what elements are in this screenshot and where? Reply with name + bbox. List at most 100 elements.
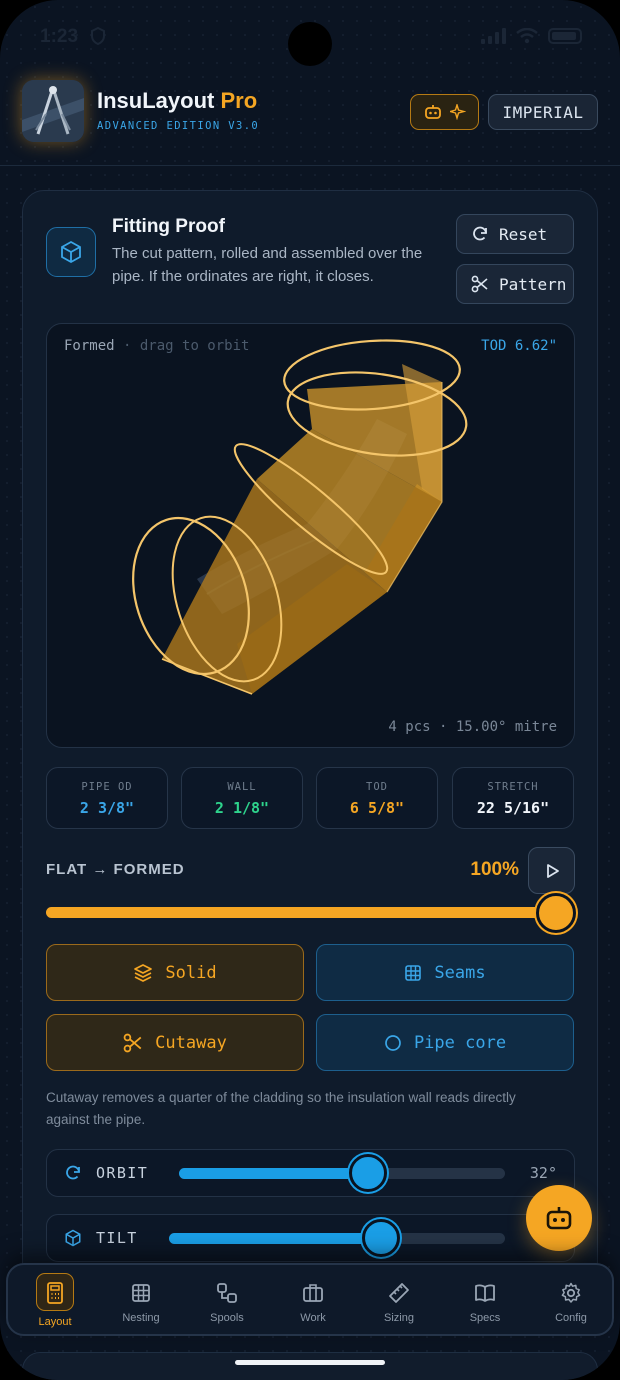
wifi-icon xyxy=(516,28,538,44)
orbit-value: 32° xyxy=(529,1164,557,1182)
pipe-core-label: Pipe core xyxy=(413,1032,507,1053)
nav-label: Work xyxy=(300,1312,326,1324)
grid-icon xyxy=(405,964,422,981)
reset-label: Reset xyxy=(499,224,548,244)
status-indicators xyxy=(481,28,582,44)
nav-spools[interactable]: Spools xyxy=(184,1265,270,1338)
phone-screen: 1:23 InsuLayout Pro ADVANCED EDITION V3.… xyxy=(0,0,620,1380)
fitting-proof-card: Fitting Proof The cut pattern, rolled an… xyxy=(22,190,598,1290)
calculator-icon xyxy=(47,1282,63,1304)
cutaway-note: Cutaway removes a quarter of the claddin… xyxy=(46,1090,516,1127)
scissors-icon xyxy=(123,1033,142,1052)
viewport-hint: · drag to orbit xyxy=(123,338,250,354)
camera-island xyxy=(288,22,332,66)
app-title-main: InsuLayout xyxy=(97,88,215,113)
tilt-fill xyxy=(169,1233,381,1244)
nav-config[interactable]: Config xyxy=(528,1265,614,1338)
refresh-icon xyxy=(473,226,487,241)
app-title: InsuLayout Pro xyxy=(97,88,257,114)
orbit-fill xyxy=(179,1168,369,1179)
assistant-fab[interactable] xyxy=(526,1185,592,1251)
solid-toggle[interactable]: Solid xyxy=(46,944,304,1001)
robot-icon xyxy=(546,1207,572,1230)
status-bar: 1:23 xyxy=(0,18,620,66)
sparkle-icon xyxy=(449,104,466,120)
card-title: Fitting Proof xyxy=(112,216,225,237)
home-indicator[interactable] xyxy=(235,1360,385,1365)
nav-layout[interactable]: Layout xyxy=(12,1265,98,1338)
cutaway-toggle[interactable]: Cutaway xyxy=(46,1014,304,1071)
circle-icon xyxy=(385,1034,401,1051)
stat-pipe-od: PIPE OD 2 3/8" xyxy=(46,767,168,829)
viewport-mode-label: Formed xyxy=(64,338,115,354)
cube-icon xyxy=(65,1229,81,1247)
battery-icon xyxy=(548,28,582,44)
orbit-slider[interactable] xyxy=(179,1154,505,1192)
grid-icon xyxy=(132,1284,150,1302)
stat-value: 22 5/16" xyxy=(476,799,550,817)
scissors-icon xyxy=(471,275,488,293)
orbit-control: ORBIT 32° xyxy=(46,1149,575,1197)
tilt-slider[interactable] xyxy=(169,1219,505,1257)
app-title-accent: Pro xyxy=(220,88,258,113)
orbit-handle[interactable] xyxy=(349,1154,388,1192)
stat-value: 2 3/8" xyxy=(79,799,135,817)
reset-button[interactable]: Reset xyxy=(456,214,574,254)
seams-toggle[interactable]: Seams xyxy=(316,944,574,1001)
flat-formed-handle[interactable] xyxy=(536,893,576,933)
solid-label: Solid xyxy=(165,962,217,983)
ruler-icon xyxy=(389,1283,409,1303)
tilt-handle[interactable] xyxy=(361,1219,400,1257)
cutaway-label: Cutaway xyxy=(155,1032,227,1053)
3d-viewport[interactable]: Formed · drag to orbit TOD 6.62" 4 pcs ·… xyxy=(46,323,575,748)
nav-label: Nesting xyxy=(122,1312,160,1324)
briefcase-icon xyxy=(303,1284,323,1302)
book-icon xyxy=(475,1284,495,1302)
app-header: InsuLayout Pro ADVANCED EDITION V3.0 IMP… xyxy=(0,70,620,166)
stat-wall: WALL 2 1/8" xyxy=(181,767,303,829)
card-description: The cut pattern, rolled and assembled ov… xyxy=(112,245,423,285)
stat-value: 6 5/8" xyxy=(349,799,405,817)
shield-icon xyxy=(91,27,105,45)
nav-nesting[interactable]: Nesting xyxy=(98,1265,184,1338)
flat-formed-slider[interactable] xyxy=(46,907,556,918)
pattern-button[interactable]: Pattern xyxy=(456,264,574,304)
nav-specs[interactable]: Specs xyxy=(442,1265,528,1338)
nav-label: Sizing xyxy=(384,1312,414,1324)
signal-icon xyxy=(481,28,506,44)
ai-assistant-button[interactable] xyxy=(410,94,479,130)
pipe-core-toggle[interactable]: Pipe core xyxy=(316,1014,574,1071)
cube-icon xyxy=(46,227,96,277)
flat-formed-percent: 100% xyxy=(470,859,519,880)
flat-formed-label: FLAT → FORMED xyxy=(46,861,185,878)
status-time: 1:23 xyxy=(40,26,79,47)
viewport-mode: Formed · drag to orbit xyxy=(64,338,249,354)
nav-label: Spools xyxy=(210,1312,244,1324)
viewport-tod: TOD 6.62" xyxy=(481,338,557,354)
stat-label: PIPE OD xyxy=(81,781,133,793)
stat-value: 2 1/8" xyxy=(214,799,270,817)
units-toggle-button[interactable]: IMPERIAL xyxy=(488,94,598,130)
orbit-label: ORBIT xyxy=(96,1164,149,1182)
robot-icon xyxy=(424,105,441,119)
app-logo xyxy=(22,80,84,142)
nav-label: Layout xyxy=(38,1316,72,1328)
elbow-model xyxy=(132,339,468,695)
bottom-nav: Layout Nesting Spools Work Sizing Specs … xyxy=(6,1263,614,1336)
play-button[interactable] xyxy=(528,847,575,894)
seams-label: Seams xyxy=(434,962,486,983)
nav-sizing[interactable]: Sizing xyxy=(356,1265,442,1338)
stat-label: WALL xyxy=(227,781,257,793)
play-icon xyxy=(546,863,559,878)
tilt-control: TILT 2 xyxy=(46,1214,575,1262)
stat-stretch: STRETCH 22 5/16" xyxy=(452,767,574,829)
stat-tod: TOD 6 5/8" xyxy=(316,767,438,829)
rotate-icon xyxy=(66,1165,80,1180)
layers-icon xyxy=(134,963,153,982)
stat-label: STRETCH xyxy=(487,781,539,793)
nav-work[interactable]: Work xyxy=(270,1265,356,1338)
pattern-label: Pattern xyxy=(499,274,567,294)
flat-formed-fill xyxy=(46,907,556,918)
bottom-sheet-edge xyxy=(22,1352,598,1380)
viewport-footer: 4 pcs · 15.00° mitre xyxy=(388,719,557,735)
